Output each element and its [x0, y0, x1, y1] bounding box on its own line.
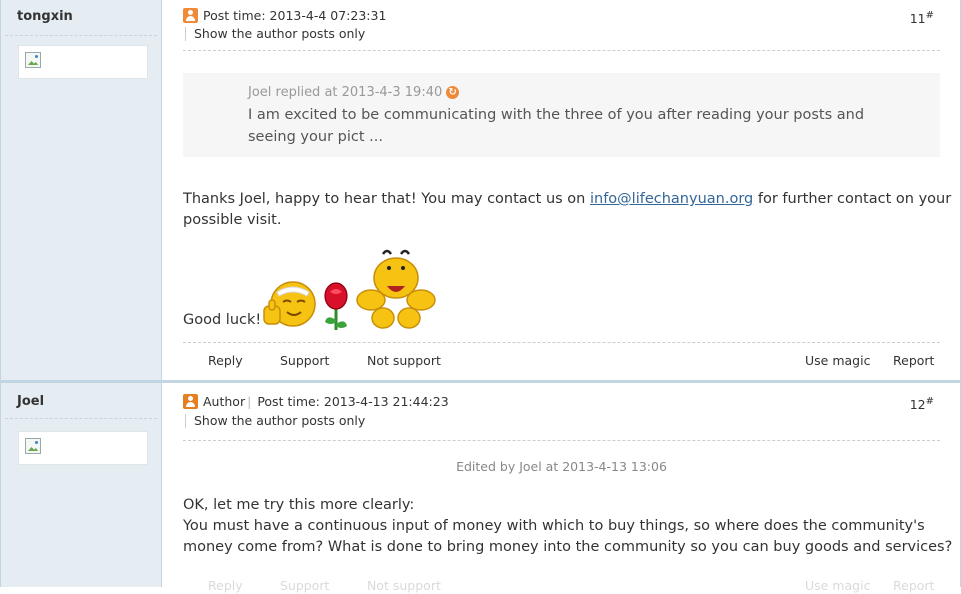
floor-mark: # — [925, 396, 934, 407]
use-magic-button[interactable]: Use magic — [805, 578, 870, 593]
jump-to-post-icon[interactable]: ↻ — [446, 86, 460, 99]
divider — [183, 50, 940, 51]
floor-number-value: 12 — [909, 397, 926, 413]
post-actions: Reply Support Not support Use magic Repo… — [183, 578, 940, 594]
edited-note: Edited by Joel at 2013-4-13 13:06 — [456, 459, 667, 474]
post-12: Joel Author | Post time: 2013-4-13 21:44… — [0, 383, 961, 593]
reply-button[interactable]: Reply — [208, 353, 243, 368]
broken-image-icon — [25, 438, 41, 454]
use-magic-button[interactable]: Use magic — [805, 353, 870, 368]
quote-header: Joel replied at 2013-4-3 19:40 ↻ — [248, 85, 460, 100]
author-sidebar: Joel — [0, 383, 162, 587]
floor-number[interactable]: 12# — [910, 396, 934, 412]
good-luck-text: Good luck! — [183, 312, 262, 328]
floor-number-value: 11 — [909, 11, 926, 27]
divider — [5, 35, 157, 36]
floor-mark: # — [925, 10, 934, 21]
username[interactable]: tongxin — [17, 9, 73, 24]
quote-block: Joel replied at 2013-4-3 19:40 ↻ I am ex… — [183, 73, 940, 157]
bowing-smiley-icon — [356, 249, 436, 329]
post-meta: Post time: 2013-4-4 07:23:31 — [183, 8, 386, 23]
post-content: Post time: 2013-4-4 07:23:31 Show the au… — [163, 0, 961, 380]
post-body-paragraph: You must have a continuous input of mone… — [183, 518, 953, 555]
report-button[interactable]: Report — [893, 578, 934, 593]
show-author-only-link[interactable]: Show the author posts only — [185, 414, 365, 428]
avatar[interactable] — [18, 45, 148, 79]
thumbs-up-smiley-icon — [263, 281, 316, 327]
not-support-button[interactable]: Not support — [367, 578, 441, 593]
user-icon — [183, 8, 198, 23]
emoticon-row: Good luck! — [183, 248, 439, 332]
avatar[interactable] — [18, 431, 148, 465]
show-author-only-link[interactable]: Show the author posts only — [185, 27, 365, 41]
post-message: Thanks Joel, happy to hear that! You may… — [183, 189, 953, 231]
post-content: Author | Post time: 2013-4-13 21:44:23 S… — [163, 383, 961, 593]
support-button[interactable]: Support — [280, 353, 329, 368]
username[interactable]: Joel — [17, 394, 44, 409]
post-time: Post time: 2013-4-13 21:44:23 — [257, 394, 449, 409]
reply-button[interactable]: Reply — [208, 578, 243, 593]
quote-body: I am excited to be communicating with th… — [248, 107, 865, 145]
message-text: Thanks Joel, happy to hear that! You may… — [183, 191, 590, 207]
broken-image-icon — [25, 52, 41, 68]
divider — [183, 342, 940, 343]
post-meta: Author | Post time: 2013-4-13 21:44:23 — [183, 394, 449, 409]
divider — [183, 440, 940, 441]
divider — [5, 418, 157, 419]
floor-number[interactable]: 11# — [910, 10, 934, 26]
rose-icon — [324, 282, 348, 330]
post-time: Post time: 2013-4-4 07:23:31 — [203, 8, 387, 23]
quote-header-text: Joel replied at 2013-4-3 19:40 — [248, 85, 443, 100]
author-icon — [183, 394, 198, 409]
post-11: tongxin Post time: 2013-4-4 07:23:31 Sho… — [0, 0, 961, 380]
email-link[interactable]: info@lifechanyuan.org — [590, 191, 753, 207]
author-sidebar: tongxin — [0, 0, 162, 380]
support-button[interactable]: Support — [280, 578, 329, 593]
post-body-line: OK, let me try this more clearly: — [183, 497, 415, 513]
not-support-button[interactable]: Not support — [367, 353, 441, 368]
separator-pipe: | — [247, 394, 252, 409]
author-tag: Author — [203, 394, 246, 409]
report-button[interactable]: Report — [893, 353, 934, 368]
post-actions: Reply Support Not support Use magic Repo… — [183, 353, 940, 369]
